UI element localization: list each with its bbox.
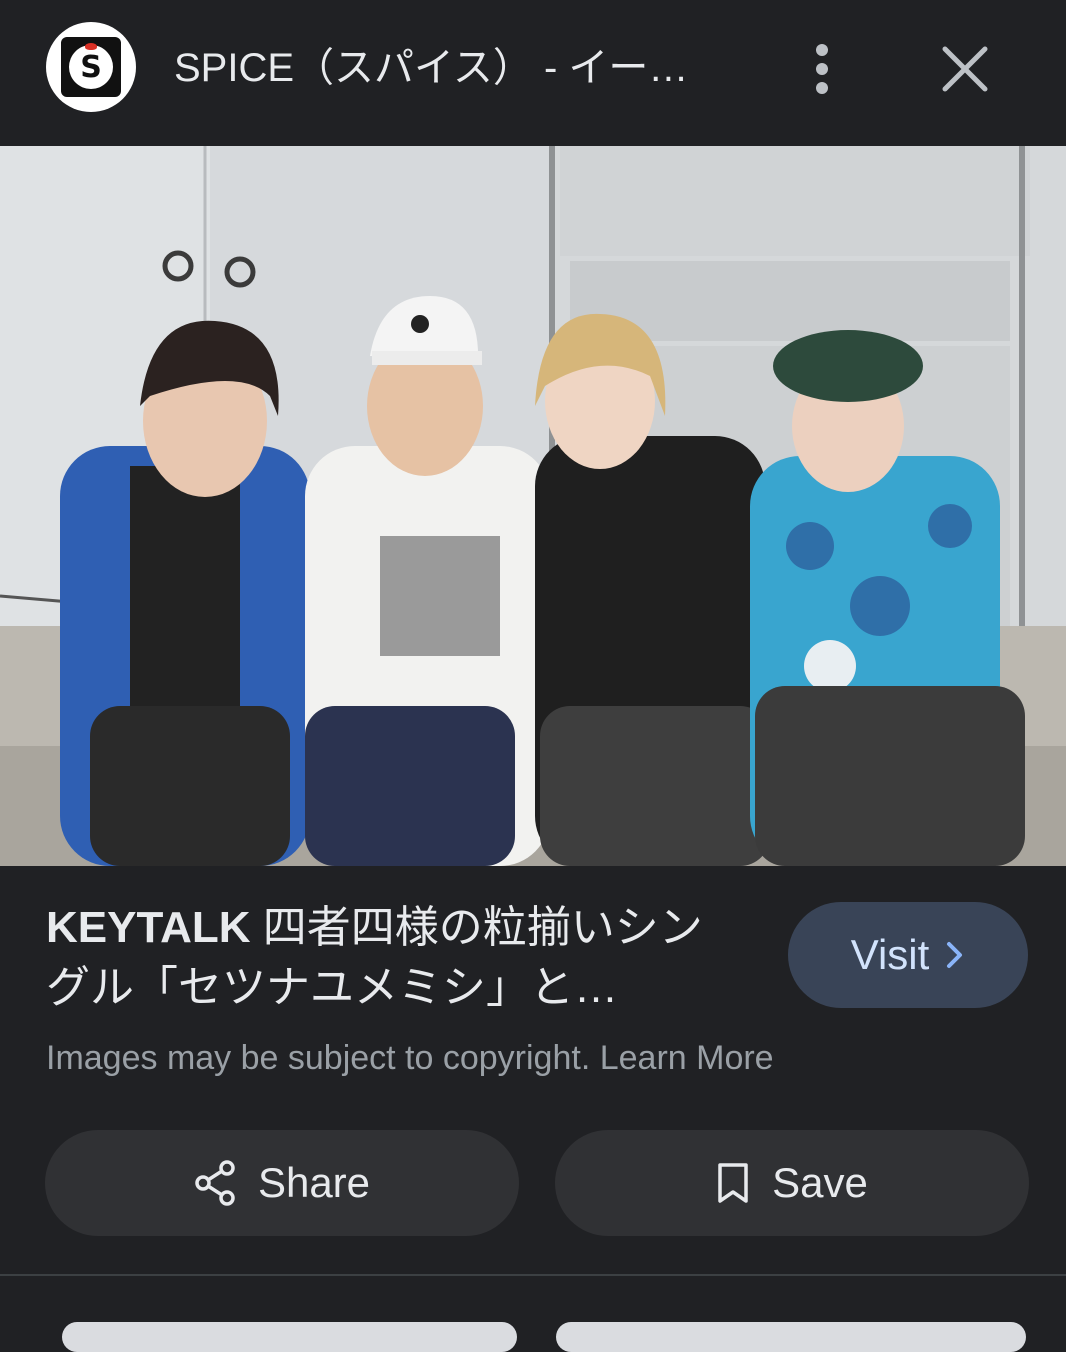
- site-logo[interactable]: S: [46, 22, 136, 112]
- band-photo: [0, 146, 1066, 866]
- site-title[interactable]: SPICE（スパイス） - イー…: [174, 42, 734, 94]
- save-button[interactable]: Save: [555, 1130, 1029, 1236]
- bookmark-icon: [718, 1163, 748, 1203]
- save-label: Save: [772, 1159, 868, 1206]
- close-icon[interactable]: [936, 40, 994, 98]
- chevron-right-icon: [947, 942, 963, 968]
- result-image[interactable]: [0, 146, 1066, 866]
- result-title[interactable]: KEYTALK 四者四様の粒揃いシングル「セツナユメミシ」と…: [46, 898, 736, 1018]
- related-image-card[interactable]: [556, 1322, 1026, 1352]
- share-icon: [195, 1160, 235, 1206]
- logo-letter: S: [69, 45, 113, 89]
- related-image-card[interactable]: [62, 1322, 517, 1352]
- visit-label: Visit: [850, 931, 930, 978]
- divider: [0, 1274, 1066, 1276]
- more-vert-icon[interactable]: [800, 38, 844, 100]
- share-button[interactable]: Share: [45, 1130, 519, 1236]
- copyright-notice[interactable]: Images may be subject to copyright. Lear…: [46, 1036, 946, 1080]
- result-title-latin: KEYTALK: [46, 903, 251, 952]
- top-bar: S SPICE（スパイス） - イー…: [0, 0, 1066, 146]
- visit-button[interactable]: Visit: [788, 902, 1028, 1008]
- spice-logo-icon: S: [61, 37, 121, 97]
- share-label: Share: [257, 1159, 371, 1206]
